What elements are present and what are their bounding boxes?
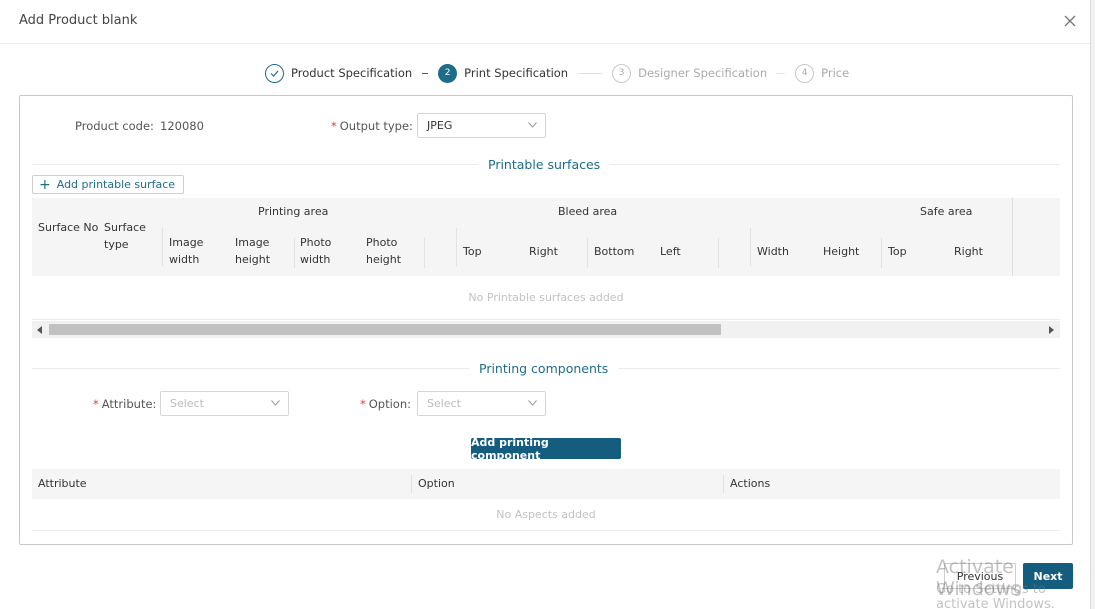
output-type-select[interactable]: JPEG xyxy=(417,113,546,138)
step-connector xyxy=(578,72,603,74)
chevron-down-icon xyxy=(271,400,280,406)
col-photo-width: Photo width xyxy=(300,236,332,266)
option-label: * Option: xyxy=(360,397,412,411)
background-page-edge xyxy=(1090,0,1095,609)
modal-title: Add Product blank xyxy=(19,13,138,28)
option-select[interactable]: Select xyxy=(417,391,546,416)
col-group-printing-area: Printing area xyxy=(258,205,329,218)
step-product-specification[interactable]: Product Specification xyxy=(265,63,413,83)
plus-icon: + xyxy=(39,176,51,193)
col-safe-right: Right xyxy=(954,245,983,258)
surfaces-empty-row: No Printable surfaces added xyxy=(32,277,1060,320)
col-width: Width xyxy=(757,245,789,258)
col-bleed-left: Left xyxy=(660,245,681,258)
col-bleed-top: Top xyxy=(463,245,482,258)
option-placeholder: Select xyxy=(427,397,461,410)
col-safe-top: Top xyxy=(888,245,907,258)
col-bleed-bottom: Bottom xyxy=(594,245,635,258)
step-price[interactable]: 4 Price xyxy=(795,63,850,83)
surfaces-table-header: Surface No Surface type Printing area Im… xyxy=(32,198,1012,276)
step-print-specification[interactable]: 2 Print Specification xyxy=(438,63,569,83)
product-code-value: 120080 xyxy=(160,119,204,133)
check-icon xyxy=(265,63,284,83)
add-printable-surface-button[interactable]: + Add printable surface xyxy=(32,175,184,194)
add-printing-component-button[interactable]: Add printing component xyxy=(471,436,621,462)
scrollbar-thumb[interactable] xyxy=(49,324,721,335)
close-icon[interactable] xyxy=(1061,12,1079,30)
attribute-placeholder: Select xyxy=(170,397,204,410)
chevron-down-icon xyxy=(528,122,537,128)
scroll-left-icon[interactable] xyxy=(37,326,42,334)
attribute-label: * Attribute: xyxy=(93,397,157,411)
chevron-down-icon xyxy=(528,400,537,406)
horizontal-scrollbar[interactable] xyxy=(32,321,1060,338)
col-image-height: Image height xyxy=(235,236,271,266)
col-height: Height xyxy=(823,245,860,258)
surfaces-empty-text: No Printable surfaces added xyxy=(468,291,624,304)
modal-header: Add Product blank xyxy=(0,0,1090,44)
product-code-label: Product code: xyxy=(75,119,154,133)
components-empty-text: No Aspects added xyxy=(496,508,596,521)
step-designer-specification[interactable]: 3 Designer Specification xyxy=(612,63,768,83)
col-surface-no: Surface No xyxy=(38,221,99,234)
components-table-header: Attribute Option Actions xyxy=(32,469,1060,499)
table-header-fixed-column xyxy=(1012,198,1060,276)
col-attribute: Attribute xyxy=(38,477,87,490)
stepper: Product Specification 2 Print Specificat… xyxy=(265,62,849,84)
step-number: 2 xyxy=(438,63,458,83)
scroll-right-icon[interactable] xyxy=(1049,326,1054,334)
printing-components-title: Printing components xyxy=(469,361,619,376)
col-option: Option xyxy=(418,477,455,490)
col-surface-type: Surface type xyxy=(104,221,146,251)
components-empty-row: No Aspects added xyxy=(32,499,1060,531)
step-label: Designer Specification xyxy=(638,66,768,80)
printable-surfaces-title: Printable surfaces xyxy=(478,157,611,172)
step-connector xyxy=(422,72,429,74)
col-photo-height: Photo height xyxy=(366,236,402,266)
col-actions: Actions xyxy=(730,477,771,490)
step-label: Price xyxy=(821,66,850,80)
add-printable-surface-label: Add printable surface xyxy=(56,178,176,191)
output-type-value: JPEG xyxy=(427,119,453,132)
step-label: Print Specification xyxy=(464,66,569,80)
step-connector xyxy=(777,72,786,74)
col-group-safe-area: Safe area xyxy=(920,205,973,218)
col-group-bleed-area: Bleed area xyxy=(558,205,618,218)
step-label: Product Specification xyxy=(291,66,413,80)
col-bleed-right: Right xyxy=(529,245,558,258)
windows-activation-hint: Go to Settings to activate Windows. xyxy=(936,582,1055,609)
step-number: 3 xyxy=(612,63,632,83)
step-number: 4 xyxy=(795,63,815,83)
output-type-label: * Output type: xyxy=(331,119,413,133)
col-image-width: Image width xyxy=(169,236,204,266)
attribute-select[interactable]: Select xyxy=(160,391,289,416)
